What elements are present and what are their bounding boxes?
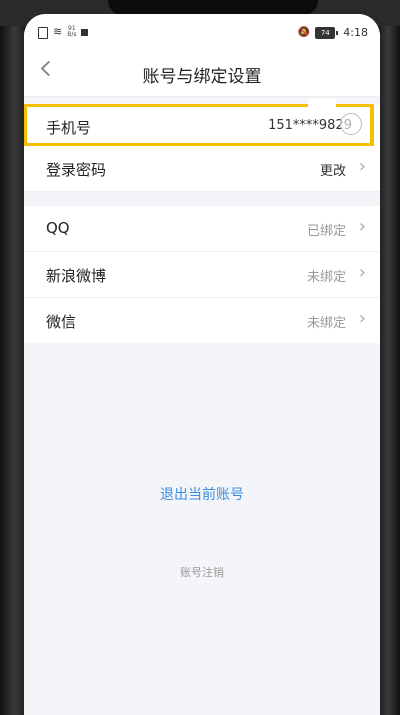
battery-level: 74 [315, 26, 336, 39]
cancel-account-link[interactable]: 账号注销 [24, 564, 380, 580]
row-wechat[interactable]: 微信 未绑定 › [24, 298, 380, 343]
account-group: 手机号 151****9829 登录密码 更改 › [24, 99, 380, 192]
chevron-right-icon: › [358, 216, 366, 237]
mute-icon: 🔕 [297, 27, 311, 38]
phone-frame-right [380, 0, 400, 715]
network-speed: 91 B/s [67, 26, 76, 38]
network-speed-unit: B/s [67, 31, 77, 38]
touch-indicator-icon [340, 113, 362, 135]
binding-status: 未绑定 [306, 316, 346, 331]
notification-icon [81, 28, 89, 36]
password-change-value: 更改 [319, 164, 346, 179]
chevron-right-icon: › [358, 156, 366, 177]
chevron-right-icon: › [358, 262, 366, 283]
binding-status: 未绑定 [306, 270, 346, 285]
wifi-icon: ≋ [53, 25, 63, 38]
phone-screen: ≋ 91 B/s 🔕 74 4:18 账号与绑定设置 手机号 151****98… [24, 14, 380, 715]
row-label: 登录密码 [46, 161, 107, 179]
row-phone-number[interactable]: 手机号 151****9829 [24, 99, 374, 146]
row-qq[interactable]: QQ 已绑定 › [24, 206, 380, 252]
page-title: 账号与绑定设置 [142, 67, 262, 87]
status-time: 4:18 [343, 26, 368, 39]
status-bar: ≋ 91 B/s 🔕 74 4:18 [24, 14, 380, 48]
logout-button[interactable]: 退出当前账号 [24, 484, 380, 504]
row-label: 新浪微博 [46, 267, 107, 285]
row-label: QQ [46, 219, 70, 237]
binding-status: 已绑定 [306, 224, 346, 239]
row-login-password[interactable]: 登录密码 更改 › [24, 146, 380, 192]
sim-icon [38, 27, 48, 39]
binding-group: QQ 已绑定 › 新浪微博 未绑定 › 微信 未绑定 › [24, 206, 380, 343]
row-label: 手机号 [46, 119, 92, 137]
battery-icon: 74 [315, 26, 339, 39]
row-weibo[interactable]: 新浪微博 未绑定 › [24, 252, 380, 298]
phone-frame-left [0, 0, 24, 715]
phone-notch [108, 0, 318, 15]
row-label: 微信 [46, 313, 77, 331]
nav-header: 账号与绑定设置 [24, 48, 380, 97]
chevron-right-icon: › [358, 308, 366, 329]
